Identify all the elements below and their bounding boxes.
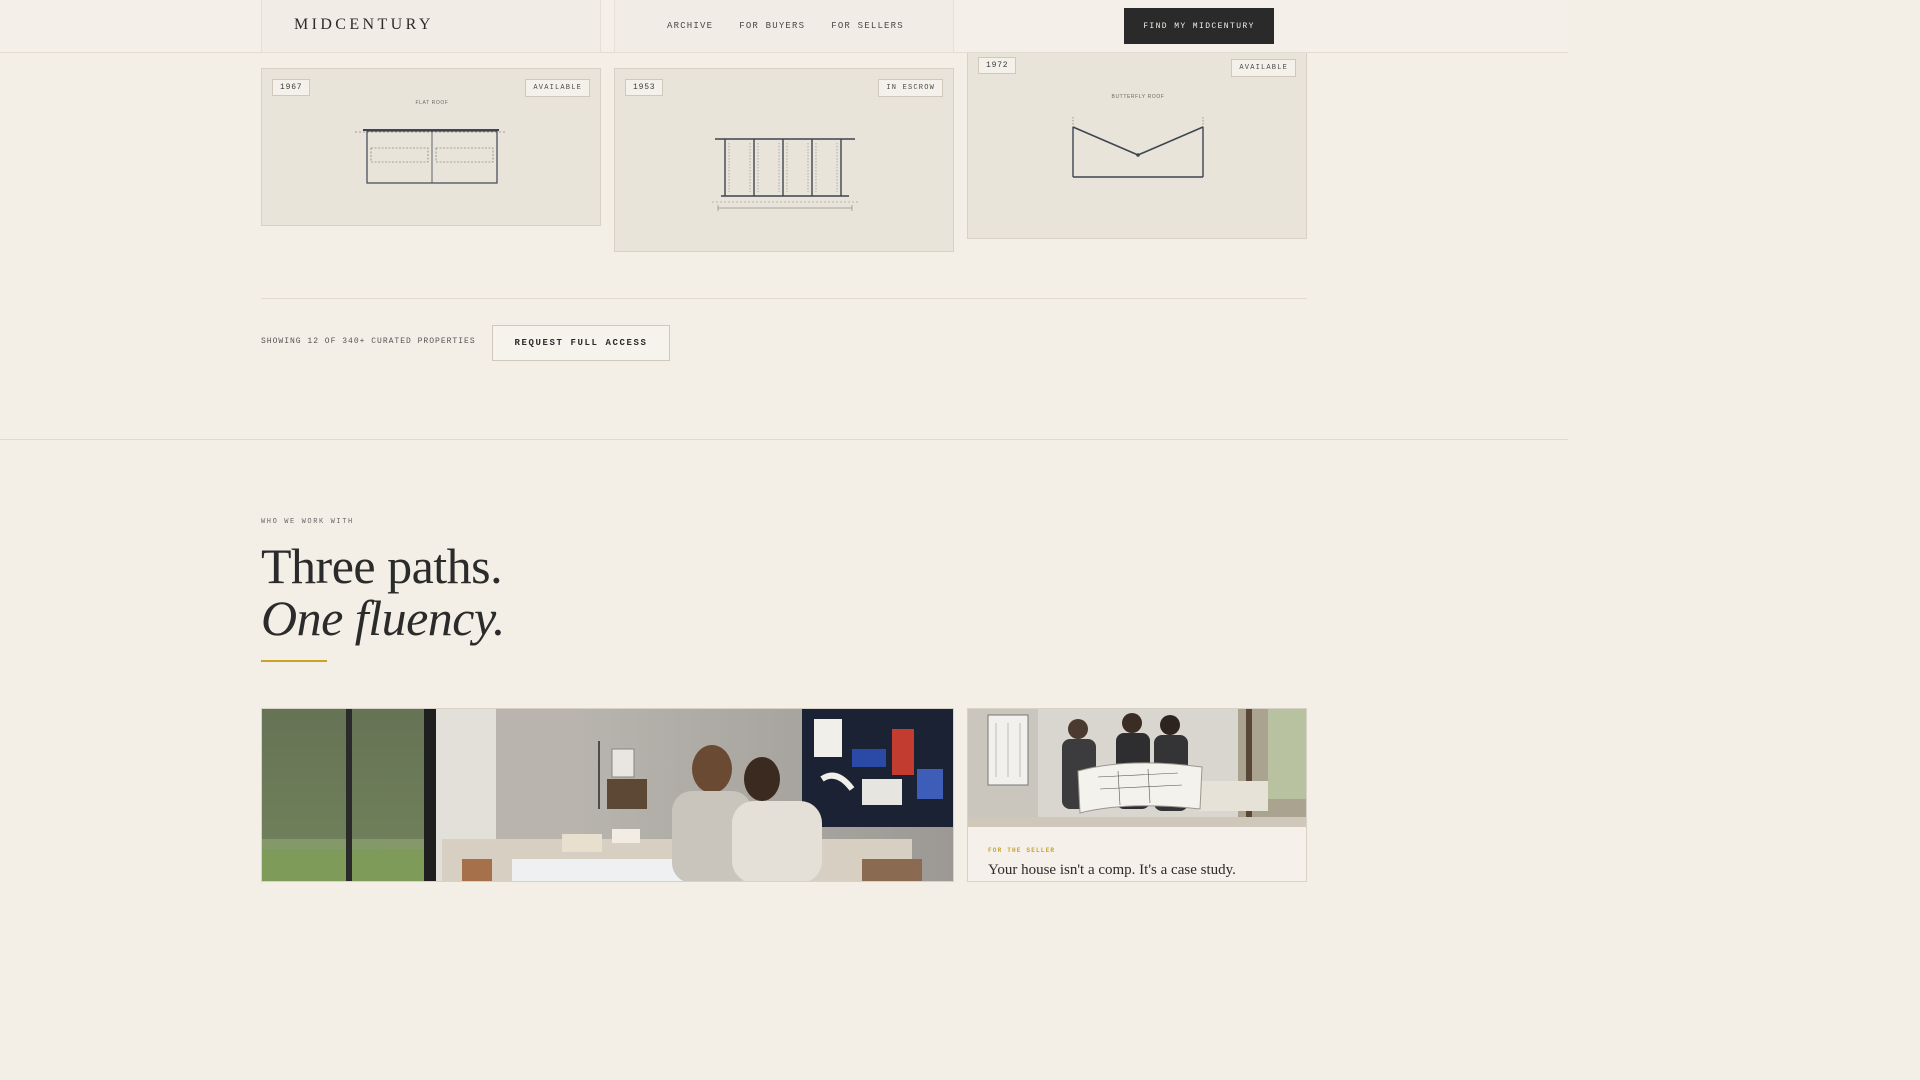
agents-with-floorplan-photo [968,709,1306,827]
seller-eyebrow: FOR THE SELLER [988,847,1056,854]
nav-archive[interactable]: ARCHIVE [667,21,713,31]
property-card-1967[interactable]: 1967 AVAILABLE FLAT ROOF [261,68,601,226]
results-count: SHOWING 12 OF 340+ CURATED PROPERTIES [261,337,476,346]
headline-line-1: Three paths. [261,538,503,594]
roof-label: FLAT ROOF [415,100,449,106]
property-card-1953[interactable]: 1953 IN ESCROW [614,68,954,252]
butterfly-roof-drawing [1072,117,1204,178]
roof-label: BUTTERFLY ROOF [1111,94,1165,100]
year-badge: 1972 [978,57,1017,74]
post-and-beam-drawing [712,138,858,211]
section-eyebrow: WHO WE WORK WITH [261,518,354,526]
flat-roof-drawing [355,129,507,184]
nav-for-sellers[interactable]: FOR SELLERS [831,21,904,31]
section-headline: Three paths. One fluency. [261,540,505,644]
seller-card-title: Your house isn't a comp. It's a case stu… [988,862,1236,878]
find-my-midcentury-button[interactable]: FIND MY MIDCENTURY [1124,8,1274,44]
divider [261,298,1307,299]
site-logo[interactable]: MIDCENTURY [294,16,434,34]
main-nav: ARCHIVE FOR BUYERS FOR SELLERS [667,21,904,31]
year-badge: 1967 [272,79,311,96]
section-divider [0,439,1568,440]
headline-line-2: One fluency. [261,590,505,646]
site-header: MIDCENTURY ARCHIVE FOR BUYERS FOR SELLER… [0,0,1568,53]
couple-reviewing-plans-photo [262,709,953,881]
status-badge: AVAILABLE [1231,59,1296,77]
request-full-access-button[interactable]: REQUEST FULL ACCESS [492,325,670,361]
year-badge: 1953 [625,79,664,96]
seller-path-card[interactable]: FOR THE SELLER Your house isn't a comp. … [967,708,1307,882]
status-badge: IN ESCROW [878,79,943,97]
property-card-1972[interactable]: 1972 AVAILABLE BUTTERFLY ROOF [967,46,1307,239]
buyer-path-card[interactable] [261,708,954,882]
accent-rule [261,660,327,662]
nav-for-buyers[interactable]: FOR BUYERS [739,21,805,31]
status-badge: AVAILABLE [525,79,590,97]
